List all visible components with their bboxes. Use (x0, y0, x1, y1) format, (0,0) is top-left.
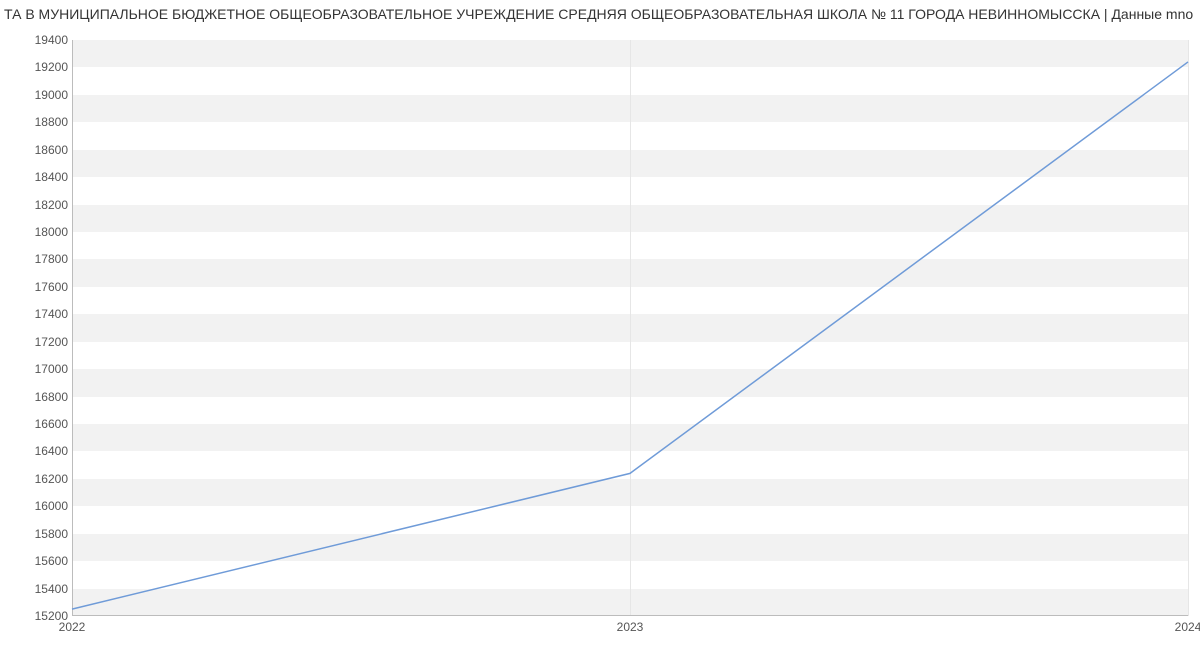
y-tick-label: 16400 (8, 444, 68, 458)
y-tick-label: 15600 (8, 554, 68, 568)
x-tick-label: 2022 (59, 620, 86, 634)
y-tick-label: 19400 (8, 33, 68, 47)
y-tick-label: 18000 (8, 225, 68, 239)
y-tick-label: 17800 (8, 252, 68, 266)
y-tick-label: 18600 (8, 143, 68, 157)
y-tick-label: 16600 (8, 417, 68, 431)
y-tick-label: 15400 (8, 582, 68, 596)
chart-title: ТА В МУНИЦИПАЛЬНОЕ БЮДЖЕТНОЕ ОБЩЕОБРАЗОВ… (0, 6, 1200, 22)
x-tick-label: 2024 (1175, 620, 1200, 634)
y-tick-label: 17000 (8, 362, 68, 376)
x-grid-line (1188, 40, 1189, 616)
x-tick-label: 2023 (617, 620, 644, 634)
data-series-line (72, 62, 1188, 609)
line-layer (72, 40, 1188, 616)
y-tick-label: 16000 (8, 499, 68, 513)
chart-container: ТА В МУНИЦИПАЛЬНОЕ БЮДЖЕТНОЕ ОБЩЕОБРАЗОВ… (0, 0, 1200, 650)
y-tick-label: 18800 (8, 115, 68, 129)
y-tick-label: 18200 (8, 198, 68, 212)
y-tick-label: 15800 (8, 527, 68, 541)
y-tick-label: 19000 (8, 88, 68, 102)
y-tick-label: 17200 (8, 335, 68, 349)
y-tick-label: 17400 (8, 307, 68, 321)
y-tick-label: 16800 (8, 390, 68, 404)
y-tick-label: 17600 (8, 280, 68, 294)
y-tick-label: 16200 (8, 472, 68, 486)
y-tick-label: 19200 (8, 60, 68, 74)
y-tick-label: 18400 (8, 170, 68, 184)
